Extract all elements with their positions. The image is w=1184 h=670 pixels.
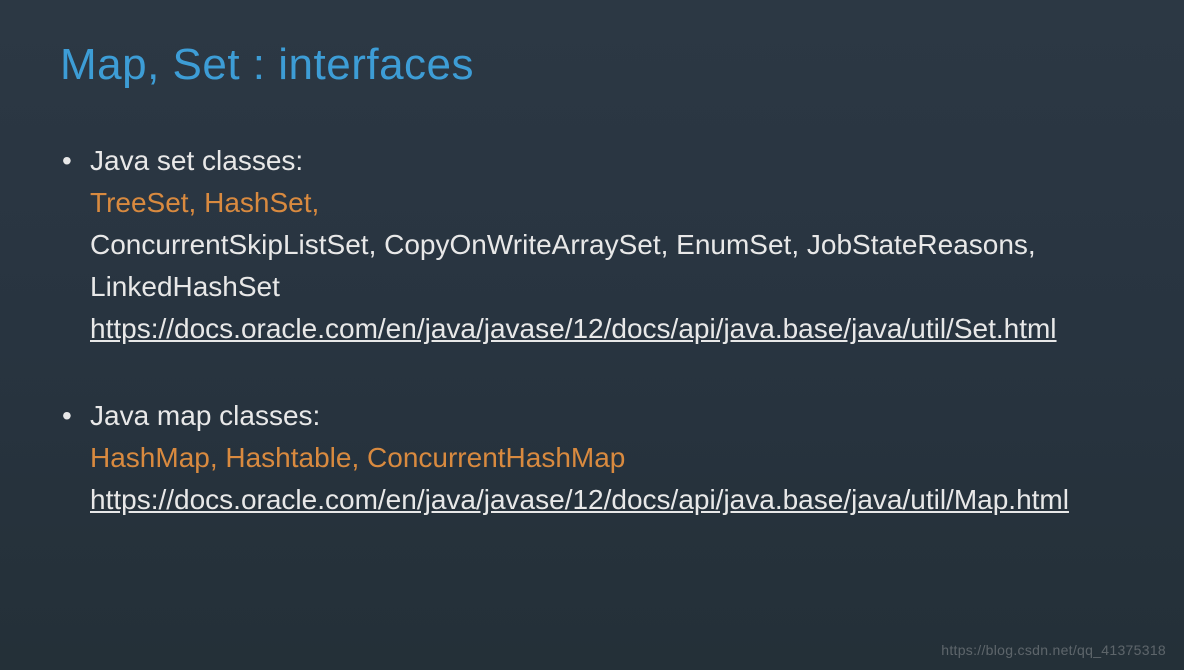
item-link[interactable]: https://docs.oracle.com/en/java/javase/1…	[90, 479, 1124, 521]
item-body: ConcurrentSkipListSet, CopyOnWriteArrayS…	[90, 224, 1124, 308]
item-link[interactable]: https://docs.oracle.com/en/java/javase/1…	[90, 308, 1124, 350]
item-label: Java set classes:	[90, 140, 1124, 182]
list-item: Java map classes: HashMap, Hashtable, Co…	[90, 395, 1124, 521]
content-list: Java set classes: TreeSet, HashSet, Conc…	[60, 140, 1124, 521]
list-item: Java set classes: TreeSet, HashSet, Conc…	[90, 140, 1124, 350]
watermark: https://blog.csdn.net/qq_41375318	[941, 642, 1166, 658]
item-label: Java map classes:	[90, 395, 1124, 437]
item-highlight: HashMap, Hashtable, ConcurrentHashMap	[90, 437, 1124, 479]
slide-title: Map, Set : interfaces	[60, 40, 1124, 90]
item-highlight: TreeSet, HashSet,	[90, 182, 1124, 224]
